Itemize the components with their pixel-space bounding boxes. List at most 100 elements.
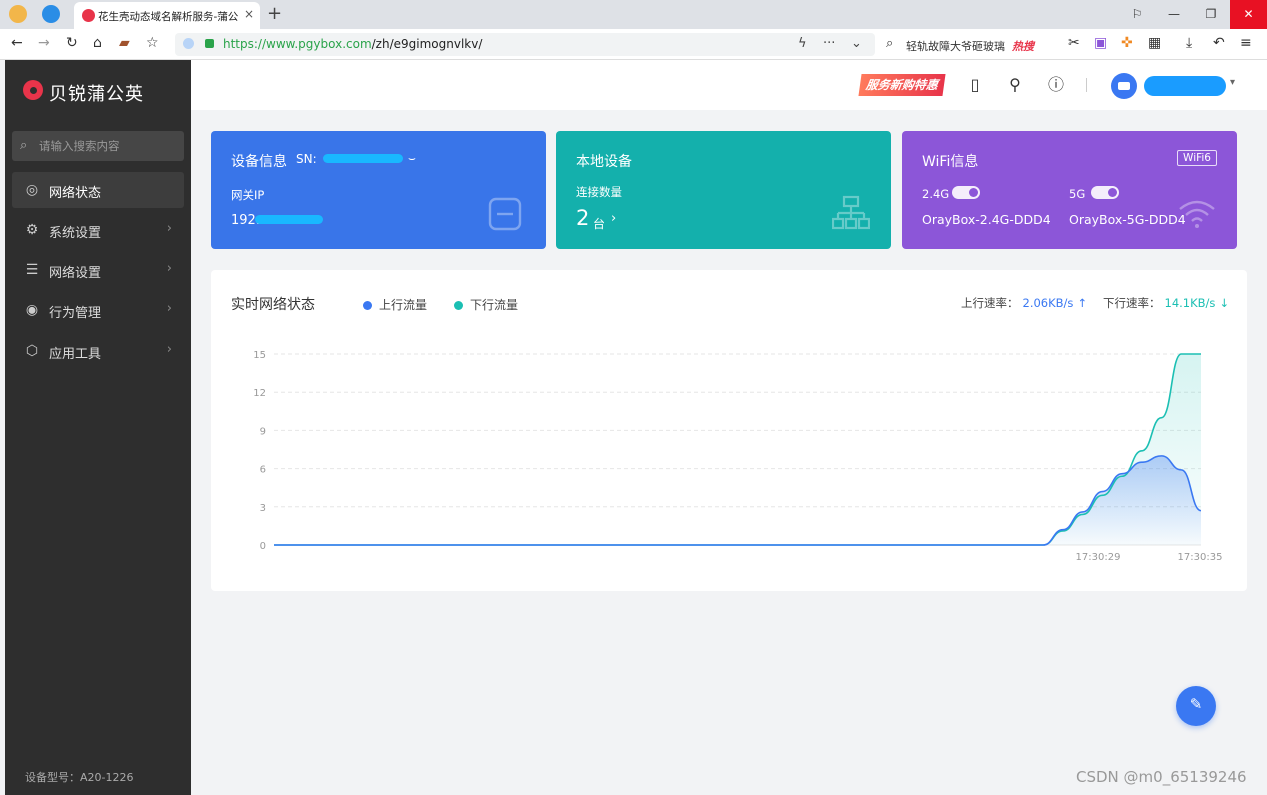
minimize-button[interactable]: — — [1156, 0, 1192, 29]
gear-icon: ⚙ — [25, 222, 39, 238]
wifi-info-card: WiFi信息 WiFi6 2.4G OrayBox-2.4G-DDD4 5G O… — [902, 131, 1237, 249]
apps-icon[interactable]: ▦ — [1148, 35, 1161, 51]
close-window-button[interactable]: ✕ — [1230, 0, 1267, 29]
lock-icon[interactable] — [205, 39, 214, 48]
network-topology-icon — [832, 195, 870, 230]
browser-search[interactable]: ⌕ 轻轨故障大爷砸玻璃 热搜 — [880, 33, 1058, 56]
y-tick-label: 0 — [260, 541, 266, 552]
menu-icon[interactable]: ≡ — [1240, 35, 1252, 51]
header-divider — [1086, 78, 1087, 92]
sidebar-item-app-tools[interactable]: ⬡ 应用工具 › — [12, 333, 184, 369]
band-5g-toggle[interactable] — [1091, 186, 1119, 199]
sidebar-item-label: 行为管理 — [49, 306, 102, 321]
address-bar[interactable]: https://www.pgybox.com/zh/e9gimognvlkv/ … — [175, 33, 875, 56]
behavior-icon: ◉ — [25, 302, 39, 318]
home-icon[interactable]: ⌂ — [93, 35, 102, 51]
reload-icon[interactable]: ↻ — [66, 35, 78, 51]
box-icon: ⬡ — [25, 343, 39, 359]
sidebar-search-input[interactable] — [39, 137, 179, 155]
restore-button[interactable]: ❐ — [1193, 0, 1229, 29]
sidebar-item-label: 系统设置 — [49, 226, 102, 241]
x-tick-label: 17:30:29 — [1076, 552, 1121, 563]
browser-tab-bar: 花生壳动态域名解析服务-蒲公 × + ⚐ — ❐ ✕ — [0, 0, 1267, 29]
band-24g-toggle[interactable] — [952, 186, 980, 199]
promo-banner[interactable]: 服务新购特惠 — [858, 74, 946, 96]
download-area — [274, 354, 1201, 545]
sidebar-item-system-settings[interactable]: ⚙ 系统设置 › — [12, 212, 184, 248]
hot-search-badge[interactable]: 热搜 — [1012, 38, 1034, 54]
sn-label: SN: — [296, 152, 317, 166]
favorites-icon[interactable]: ☆ — [146, 35, 159, 51]
avatar[interactable] — [1111, 73, 1137, 99]
search-icon: ⌕ — [886, 36, 894, 51]
sidebar-item-label: 应用工具 — [49, 347, 102, 362]
url-host: https://www.pgybox.com — [223, 37, 372, 51]
x-tick-label: 17:30:35 — [1178, 552, 1223, 563]
sn-value-redacted — [323, 154, 403, 163]
briefcase-icon[interactable]: ▰ — [119, 35, 130, 51]
peanut-shell-icon — [82, 9, 95, 22]
game-icon[interactable]: ✜ — [1121, 35, 1133, 51]
traffic-chart: 0 3 6 9 12 15 17:30:29 17:30:35 — [253, 350, 1223, 563]
device-info-card: 设备信息 SN: ⌣ 网关IP 192. — [211, 131, 546, 249]
chevron-right-icon: › — [166, 342, 172, 357]
rocket-icon[interactable]: ⚲ — [1005, 75, 1025, 95]
active-tab[interactable]: 花生壳动态域名解析服务-蒲公 × — [74, 2, 260, 29]
wifi-icon — [1179, 200, 1215, 228]
globe-icon: ◎ — [25, 182, 39, 198]
sliders-icon: ☰ — [25, 262, 39, 278]
gateway-redacted — [255, 215, 323, 224]
help-icon[interactable]: ⓘ — [1046, 75, 1066, 95]
shirt-icon[interactable]: ⚐ — [1119, 0, 1155, 29]
tab-title: 花生壳动态域名解析服务-蒲公 — [98, 11, 239, 23]
new-tab-button[interactable]: + — [267, 3, 282, 24]
sidebar-item-label: 网络设置 — [49, 266, 102, 281]
y-tick-label: 6 — [260, 465, 266, 476]
more-icon[interactable]: ··· — [823, 36, 835, 51]
translate-icon[interactable]: ▣ — [1094, 35, 1107, 51]
chevron-right-icon[interactable]: › — [611, 211, 616, 226]
feedback-button[interactable]: ✎ — [1176, 686, 1216, 726]
download-icon[interactable]: ⤓ — [1186, 35, 1192, 51]
url-text[interactable]: https://www.pgybox.com/zh/e9gimognvlkv/ — [223, 37, 482, 51]
device-model-value: A20-1226 — [80, 771, 134, 784]
user-profile-icon[interactable] — [9, 5, 27, 23]
username-redacted[interactable] — [1144, 76, 1226, 96]
gateway-label: 网关IP — [231, 188, 265, 202]
undo-icon[interactable]: ↶ — [1213, 35, 1225, 51]
mobile-icon[interactable]: ▯ — [965, 75, 985, 95]
sidebar-item-network-settings[interactable]: ☰ 网络设置 › — [12, 252, 184, 288]
y-tick-label: 15 — [253, 350, 266, 361]
connection-count-value: 2 — [576, 206, 590, 230]
telegram-icon[interactable] — [42, 5, 60, 23]
sidebar-item-network-status[interactable]: ◎ 网络状态 — [12, 172, 184, 208]
router-icon — [488, 197, 522, 231]
band-5g-ssid: OrayBox-5G-DDD4 — [1069, 212, 1186, 227]
search-query[interactable]: 轻轨故障大爷砸玻璃 — [906, 38, 1005, 54]
y-tick-label: 3 — [260, 503, 266, 514]
band-24g-ssid: OrayBox-2.4G-DDD4 — [922, 212, 1051, 227]
y-tick-label: 9 — [260, 426, 266, 437]
document-edit-icon: ✎ — [1189, 695, 1203, 713]
lightning-icon[interactable]: ϟ — [798, 36, 807, 51]
card-title: 本地设备 — [576, 154, 632, 170]
brand-name: 贝锐蒲公英 — [49, 84, 144, 105]
chevron-right-icon: › — [166, 221, 172, 236]
device-model-label: 设备型号： — [25, 771, 80, 784]
eye-closed-icon[interactable]: ⌣ — [408, 151, 416, 166]
browser-toolbar: ← → ↻ ⌂ ▰ ☆ https://www.pgybox.com/zh/e9… — [0, 29, 1267, 60]
card-title: 设备信息 — [231, 154, 287, 170]
sidebar-item-behavior-management[interactable]: ◉ 行为管理 › — [12, 292, 184, 328]
band-24g-label: 2.4G — [922, 187, 950, 201]
back-icon[interactable]: ← — [11, 35, 23, 51]
tab-close-icon[interactable]: × — [244, 7, 254, 21]
caret-down-icon[interactable]: ▾ — [1230, 77, 1235, 88]
forward-icon[interactable]: → — [38, 35, 50, 51]
connection-count-label: 连接数量 — [576, 185, 622, 199]
chevron-down-icon[interactable]: ⌄ — [851, 36, 862, 51]
card-title: WiFi信息 — [922, 154, 979, 170]
local-devices-card[interactable]: 本地设备 连接数量 2 台 › — [556, 131, 891, 249]
scissors-icon[interactable]: ✂ — [1068, 35, 1080, 51]
url-path: /zh/e9gimognvlkv/ — [371, 37, 483, 51]
sidebar-item-label: 网络状态 — [49, 186, 102, 201]
